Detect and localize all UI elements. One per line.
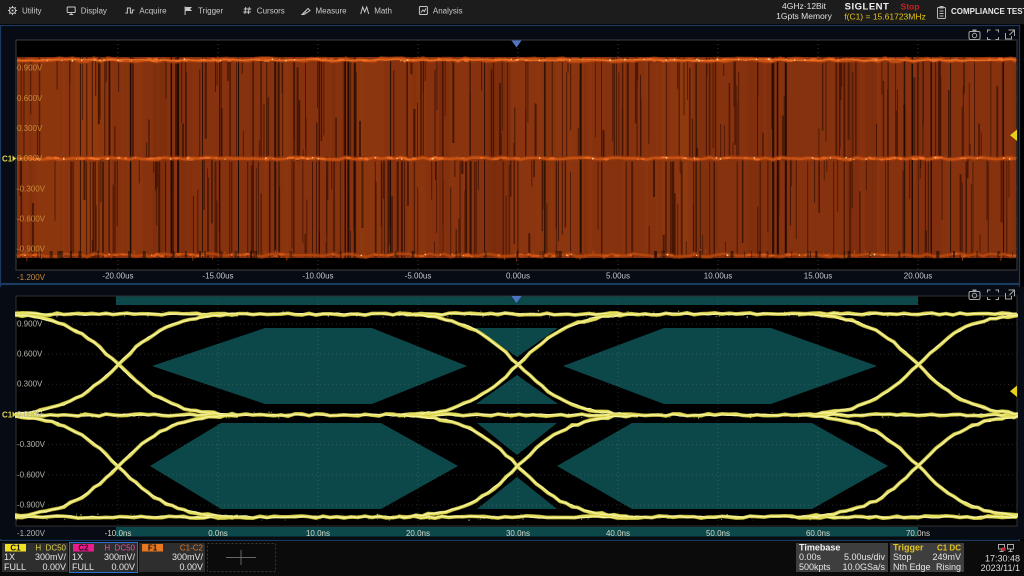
svg-text:0.900V: 0.900V	[17, 319, 43, 328]
svg-text:-0.300V: -0.300V	[17, 184, 46, 193]
svg-text:1Gpts Memory: 1Gpts Memory	[776, 11, 832, 21]
svg-text:-1.200V: -1.200V	[17, 273, 46, 282]
svg-text:-5.00us: -5.00us	[405, 272, 432, 281]
svg-text:0.600V: 0.600V	[17, 94, 43, 103]
svg-text:0.00V: 0.00V	[42, 562, 66, 572]
svg-text:-0.900V: -0.900V	[17, 501, 46, 510]
svg-text:Utility: Utility	[22, 7, 42, 16]
svg-text:FULL: FULL	[4, 562, 26, 572]
svg-text:-20.00us: -20.00us	[102, 272, 133, 281]
svg-text:300mV/: 300mV/	[35, 552, 67, 562]
svg-text:Acquire: Acquire	[139, 7, 167, 16]
svg-text:0.000V: 0.000V	[17, 410, 43, 419]
svg-text:Trigger: Trigger	[198, 7, 223, 16]
svg-text:Analysis: Analysis	[433, 7, 463, 16]
svg-text:0.900V: 0.900V	[17, 64, 43, 73]
svg-text:5.00us: 5.00us	[606, 272, 630, 281]
svg-text:Display: Display	[81, 7, 107, 16]
svg-text:17:30:48: 17:30:48	[985, 554, 1020, 564]
svg-text:15.00us: 15.00us	[804, 272, 832, 281]
svg-text:300mV/: 300mV/	[172, 552, 204, 562]
svg-text:Trigger: Trigger	[893, 543, 924, 553]
svg-text:Rising: Rising	[936, 562, 961, 572]
svg-text:Timebase: Timebase	[799, 543, 840, 553]
svg-text:FULL: FULL	[72, 562, 94, 572]
svg-text:Stop: Stop	[901, 2, 920, 12]
svg-text:-0.600V: -0.600V	[17, 470, 46, 479]
svg-text:F1: F1	[148, 544, 158, 553]
svg-text:-10.0ns: -10.0ns	[105, 529, 132, 538]
svg-text:10.00us: 10.00us	[704, 272, 732, 281]
svg-text:2023/11/1: 2023/11/1	[981, 563, 1020, 573]
svg-text:COMPLIANCE TEST: COMPLIANCE TEST	[951, 7, 1024, 16]
svg-text:0.300V: 0.300V	[17, 380, 43, 389]
svg-text:0.000V: 0.000V	[17, 154, 43, 163]
svg-text:0.00V: 0.00V	[111, 562, 135, 572]
svg-text:Cursors: Cursors	[257, 7, 285, 16]
svg-text:Measure: Measure	[316, 7, 348, 16]
svg-text:0.00V: 0.00V	[179, 562, 203, 572]
svg-text:60.0ns: 60.0ns	[806, 529, 830, 538]
svg-text:0.00s: 0.00s	[799, 552, 822, 562]
svg-text:0.300V: 0.300V	[17, 124, 43, 133]
svg-text:-0.600V: -0.600V	[17, 214, 46, 223]
svg-text:Nth Edge: Nth Edge	[893, 562, 931, 572]
svg-text:1X: 1X	[72, 552, 83, 562]
svg-text:f(C1) = 15.61723MHz: f(C1) = 15.61723MHz	[844, 12, 926, 22]
svg-text:0.600V: 0.600V	[17, 350, 43, 359]
svg-text:4GHz·12Bit: 4GHz·12Bit	[782, 1, 827, 11]
svg-text:20.00us: 20.00us	[904, 272, 932, 281]
svg-text:C1: C1	[2, 155, 13, 164]
svg-text:500kpts: 500kpts	[799, 562, 831, 572]
svg-text:Math: Math	[374, 7, 392, 16]
svg-text:-15.00us: -15.00us	[202, 272, 233, 281]
svg-text:0.00us: 0.00us	[506, 272, 530, 281]
svg-text:50.0ns: 50.0ns	[706, 529, 730, 538]
svg-text:20.0ns: 20.0ns	[406, 529, 430, 538]
svg-text:40.0ns: 40.0ns	[606, 529, 630, 538]
svg-text:0.0ns: 0.0ns	[208, 529, 228, 538]
svg-text:249mV: 249mV	[932, 552, 961, 562]
svg-text:-10.00us: -10.00us	[302, 272, 333, 281]
svg-text:30.0ns: 30.0ns	[506, 529, 530, 538]
svg-text:10.0GSa/s: 10.0GSa/s	[842, 562, 885, 572]
svg-text:70.0ns: 70.0ns	[906, 529, 930, 538]
svg-text:300mV/: 300mV/	[104, 552, 136, 562]
svg-text:5.00us/div: 5.00us/div	[844, 552, 886, 562]
svg-text:-0.900V: -0.900V	[17, 245, 46, 254]
svg-text:-0.300V: -0.300V	[17, 440, 46, 449]
svg-text:-1.200V: -1.200V	[17, 529, 46, 538]
svg-text:1X: 1X	[4, 552, 15, 562]
svg-text:C1: C1	[2, 411, 13, 420]
svg-text:Stop: Stop	[893, 552, 912, 562]
svg-text:10.0ns: 10.0ns	[306, 529, 330, 538]
